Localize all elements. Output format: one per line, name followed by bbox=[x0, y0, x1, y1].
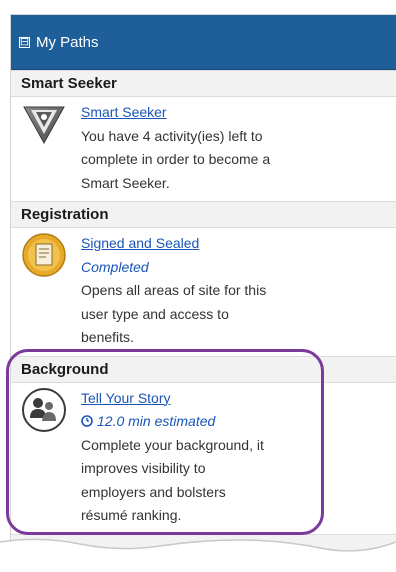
highlight-outline bbox=[6, 349, 324, 535]
description-line: Smart Seeker. bbox=[81, 174, 170, 191]
description-line: You have 4 activity(ies) left to bbox=[81, 127, 263, 144]
panel-title: My Paths bbox=[36, 33, 99, 51]
section-title-registration: Registration bbox=[11, 201, 396, 228]
description-line: Opens all areas of site for this bbox=[81, 282, 267, 298]
completed-status: Completed bbox=[81, 258, 149, 275]
panel-header[interactable]: ⊟ My Paths bbox=[11, 15, 396, 70]
description-line: user type and access to bbox=[81, 305, 229, 322]
signed-and-sealed-link[interactable]: Signed and Sealed bbox=[81, 232, 266, 256]
signed-certificate-icon bbox=[22, 233, 66, 277]
torn-edge bbox=[0, 538, 396, 572]
path-item-smart-seeker: Smart Seeker You have 4 activity(ies) le… bbox=[11, 97, 396, 201]
collapse-icon[interactable]: ⊟ bbox=[19, 36, 30, 48]
path-item-signed-and-sealed: Signed and Sealed Completed Opens all ar… bbox=[11, 228, 396, 356]
description-line: complete in order to become a bbox=[81, 151, 271, 167]
description-line: benefits. bbox=[81, 329, 134, 345]
smart-seeker-link[interactable]: Smart Seeker bbox=[81, 101, 270, 125]
shield-badge-icon bbox=[23, 106, 65, 145]
section-title-smart-seeker: Smart Seeker bbox=[11, 70, 396, 97]
